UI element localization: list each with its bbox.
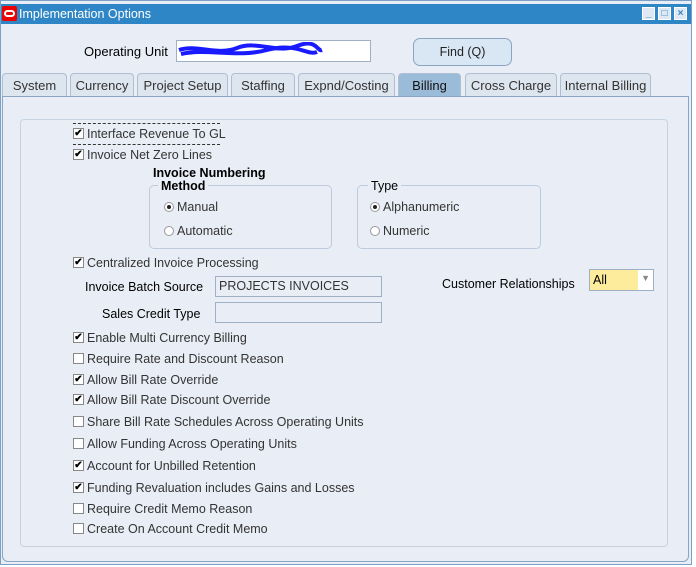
batch-source-label: Invoice Batch Source — [85, 280, 204, 294]
minimize-button[interactable]: _ — [642, 7, 655, 20]
operating-unit-label: Operating Unit — [84, 44, 168, 59]
alphanumeric-radio[interactable] — [370, 202, 380, 212]
oracle-logo-icon — [2, 6, 17, 21]
find-button[interactable]: Find (Q) — [413, 38, 512, 66]
option-checkbox[interactable]: ✔ — [73, 332, 84, 343]
window-title: Implementation Options — [19, 7, 152, 21]
option-checkbox[interactable] — [73, 416, 84, 427]
type-group — [357, 185, 541, 249]
centralized-checkbox[interactable]: ✔ — [73, 257, 84, 268]
manual-label: Manual — [177, 200, 218, 214]
numeric-radio[interactable] — [370, 226, 380, 236]
option-label: Enable Multi Currency Billing — [87, 331, 247, 345]
interface-revenue-checkbox[interactable]: ✔ — [73, 128, 84, 139]
operating-unit-field[interactable] — [176, 40, 371, 62]
option-label: Share Bill Rate Schedules Across Operati… — [87, 415, 364, 429]
option-checkbox[interactable]: ✔ — [73, 374, 84, 385]
alphanumeric-label: Alphanumeric — [383, 200, 460, 214]
option-label: Require Rate and Discount Reason — [87, 352, 284, 366]
option-checkbox[interactable]: ✔ — [73, 394, 84, 405]
option-checkbox[interactable] — [73, 503, 84, 514]
invoice-net-zero-checkbox[interactable]: ✔ — [73, 149, 84, 160]
customer-relationships-label: Customer Relationships — [442, 277, 575, 291]
invoice-numbering-title: Invoice Numbering — [153, 166, 266, 180]
option-checkbox[interactable] — [73, 353, 84, 364]
close-button[interactable]: × — [674, 7, 687, 20]
option-label: Funding Revaluation includes Gains and L… — [87, 481, 355, 495]
tab-cross-charge[interactable]: Cross Charge — [465, 73, 557, 96]
option-checkbox[interactable]: ✔ — [73, 482, 84, 493]
redaction-scribble — [178, 42, 323, 56]
tab-expnd-costing[interactable]: Expnd/Costing — [298, 73, 395, 96]
manual-radio[interactable] — [164, 202, 174, 212]
option-checkbox[interactable]: ✔ — [73, 460, 84, 471]
tab-billing[interactable]: Billing — [398, 73, 461, 96]
maximize-button[interactable]: □ — [658, 7, 671, 20]
sales-credit-label: Sales Credit Type — [102, 307, 201, 321]
type-legend: Type — [368, 179, 402, 193]
tab-project-setup[interactable]: Project Setup — [137, 73, 228, 96]
title-bar: Implementation Options _ □ × — [1, 4, 691, 24]
method-legend: Method — [158, 179, 209, 193]
tab-staffing[interactable]: Staffing — [231, 73, 295, 96]
interface-revenue-label: Interface Revenue To GL — [87, 127, 226, 141]
option-label: Account for Unbilled Retention — [87, 459, 256, 473]
option-label: Require Credit Memo Reason — [87, 502, 253, 516]
centralized-label: Centralized Invoice Processing — [87, 256, 259, 270]
option-label: Allow Funding Across Operating Units — [87, 437, 297, 451]
option-label: Create On Account Credit Memo — [87, 522, 268, 536]
option-checkbox[interactable] — [73, 438, 84, 449]
tab-internal-billing[interactable]: Internal Billing — [560, 73, 651, 96]
sales-credit-field[interactable] — [215, 302, 382, 323]
tab-currency[interactable]: Currency — [70, 73, 134, 96]
chevron-down-icon: ▼ — [641, 273, 650, 283]
option-label: Allow Bill Rate Override — [87, 373, 219, 387]
invoice-net-zero-label: Invoice Net Zero Lines — [87, 148, 213, 162]
batch-source-field[interactable]: PROJECTS INVOICES — [215, 276, 382, 297]
option-checkbox[interactable] — [73, 523, 84, 534]
customer-relationships-select[interactable]: All ▼ — [589, 269, 654, 291]
automatic-radio[interactable] — [164, 226, 174, 236]
method-group — [149, 185, 332, 249]
option-label: Allow Bill Rate Discount Override — [87, 393, 271, 407]
tab-system[interactable]: System — [2, 73, 67, 96]
automatic-label: Automatic — [177, 224, 233, 238]
numeric-label: Numeric — [383, 224, 430, 238]
